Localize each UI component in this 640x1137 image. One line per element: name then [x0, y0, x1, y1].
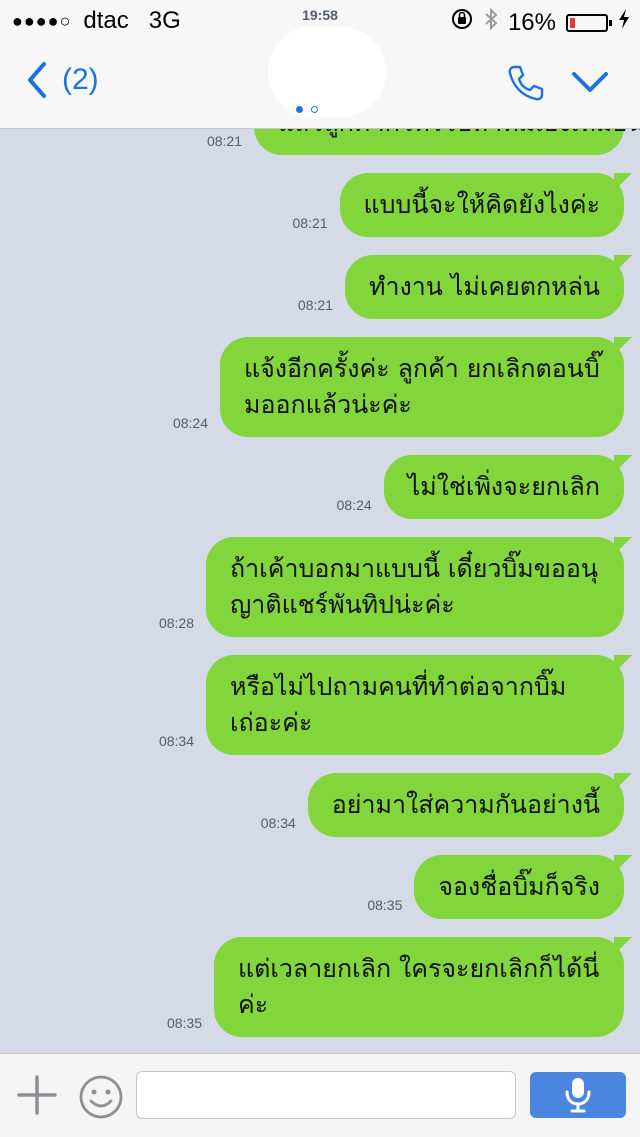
rotation-lock-icon	[450, 7, 474, 38]
message-text: ไม่ใช่เพิ่งจะยกเลิก	[407, 472, 600, 501]
message-bubble[interactable]: หรือไม่ไปถามคนที่ทำต่อจากบิ๊มเถ่อะค่ะ	[206, 655, 632, 755]
message-bubble[interactable]: ทำงาน ไม่เคยตกหล่น	[344, 255, 633, 319]
message-row: 08:35 แต่เวลายกเลิก ใครจะยกเลิกก็ได้นี่ค…	[166, 937, 632, 1037]
message-text: แต่เวลายกเลิก ใครจะยกเลิกก็ได้นี่ค่ะ	[238, 954, 600, 1019]
message-text: จองชื่อบิ๊มก็จริง	[438, 872, 600, 901]
message-row: 08:21 แล้วลูกค้าก็โทรไปหาทีมเองเหมือนเดิ…	[206, 129, 640, 155]
unread-count: (2)	[62, 63, 99, 96]
sticker-button[interactable]	[78, 1074, 124, 1124]
message-time: 08:34	[260, 815, 296, 831]
call-button[interactable]	[504, 62, 546, 108]
message-text: ถ้าเค้าบอกมาแบบนี้ เดี๋ยวบิ๊มขออนุญาติแช…	[230, 554, 598, 619]
message-row: 08:24 แจ้งอีกครั้งค่ะ ลูกค้า ยกเลิกตอนบิ…	[172, 337, 632, 437]
message-row: 08:24 ไม่ใช่เพิ่งจะยกเลิก	[336, 455, 633, 519]
message-time: 08:28	[158, 615, 194, 631]
message-row: 08:21 ทำงาน ไม่เคยตกหล่น	[297, 255, 633, 319]
page-dot-active	[296, 106, 303, 113]
battery-icon	[566, 13, 612, 32]
back-button[interactable]: (2)	[24, 60, 99, 100]
message-bubble[interactable]: แบบนี้จะให้คิดยังไงค่ะ	[339, 173, 633, 237]
message-time: 08:24	[336, 497, 372, 513]
contact-name-redacted[interactable]	[268, 26, 386, 118]
chevron-left-icon	[28, 62, 46, 98]
message-time: 08:21	[297, 297, 333, 313]
message-row: 08:28 ถ้าเค้าบอกมาแบบนี้ เดี๋ยวบิ๊มขออนุ…	[158, 537, 632, 637]
message-time: 08:21	[206, 133, 242, 149]
message-bubble[interactable]: อย่ามาใส่ความกันอย่างนี้	[307, 773, 633, 837]
message-input[interactable]	[136, 1071, 516, 1119]
menu-toggle-button[interactable]	[570, 68, 610, 100]
chat-header: (2)	[0, 26, 640, 129]
charging-bolt-icon	[618, 8, 630, 37]
status-right: 16%	[450, 7, 630, 38]
phone-icon	[508, 65, 544, 101]
plus-icon	[17, 1075, 57, 1115]
battery-percent: 16%	[507, 8, 556, 36]
battery-level-fill	[570, 17, 575, 28]
message-time: 08:35	[367, 897, 403, 913]
message-bubble[interactable]: ถ้าเค้าบอกมาแบบนี้ เดี๋ยวบิ๊มขออนุญาติแช…	[206, 537, 632, 637]
voice-message-button[interactable]	[530, 1072, 626, 1118]
page-dot	[311, 106, 318, 113]
message-bubble[interactable]: แจ้งอีกครั้งค่ะ ลูกค้า ยกเลิกตอนบิ๊มออกแ…	[220, 337, 632, 437]
message-row: 08:21 แบบนี้จะให้คิดยังไงค่ะ	[292, 173, 633, 237]
page-indicator	[296, 106, 318, 113]
message-row: 08:35 จองชื่อบิ๊มก็จริง	[367, 855, 632, 919]
message-time: 08:24	[172, 415, 208, 431]
message-time: 08:21	[292, 215, 328, 231]
message-time: 08:34	[158, 733, 194, 749]
add-attachment-button[interactable]	[16, 1074, 58, 1120]
message-row: 08:34 อย่ามาใส่ความกันอย่างนี้	[260, 773, 633, 837]
message-bubble[interactable]: จองชื่อบิ๊มก็จริง	[414, 855, 632, 919]
message-text: แบบนี้จะให้คิดยังไงค่ะ	[363, 190, 600, 219]
chevron-down-icon	[572, 72, 608, 92]
message-bubble[interactable]: ไม่ใช่เพิ่งจะยกเลิก	[383, 455, 633, 519]
message-text: อย่ามาใส่ความกันอย่างนี้	[331, 790, 600, 819]
message-text: แล้วลูกค้าก็โทรไปหาทีมเองเหมือนเดิม	[278, 129, 640, 137]
message-list[interactable]: 08:21 แล้วลูกค้าก็โทรไปหาทีมเองเหมือนเดิ…	[0, 129, 640, 1053]
microphone-icon	[565, 1078, 591, 1113]
message-bubble[interactable]: แล้วลูกค้าก็โทรไปหาทีมเองเหมือนเดิม	[254, 129, 640, 155]
compose-bar	[0, 1053, 640, 1137]
message-row: 08:34 หรือไม่ไปถามคนที่ทำต่อจากบิ๊มเถ่อะ…	[158, 655, 632, 755]
message-text: หรือไม่ไปถามคนที่ทำต่อจากบิ๊มเถ่อะค่ะ	[230, 672, 567, 737]
message-bubble[interactable]: แต่เวลายกเลิก ใครจะยกเลิกก็ได้นี่ค่ะ	[214, 937, 632, 1037]
message-text: แจ้งอีกครั้งค่ะ ลูกค้า ยกเลิกตอนบิ๊มออกแ…	[244, 354, 600, 419]
smiley-icon	[79, 1075, 123, 1119]
message-time: 08:35	[166, 1015, 202, 1031]
bluetooth-icon	[484, 7, 498, 38]
message-text: ทำงาน ไม่เคยตกหล่น	[368, 272, 600, 301]
